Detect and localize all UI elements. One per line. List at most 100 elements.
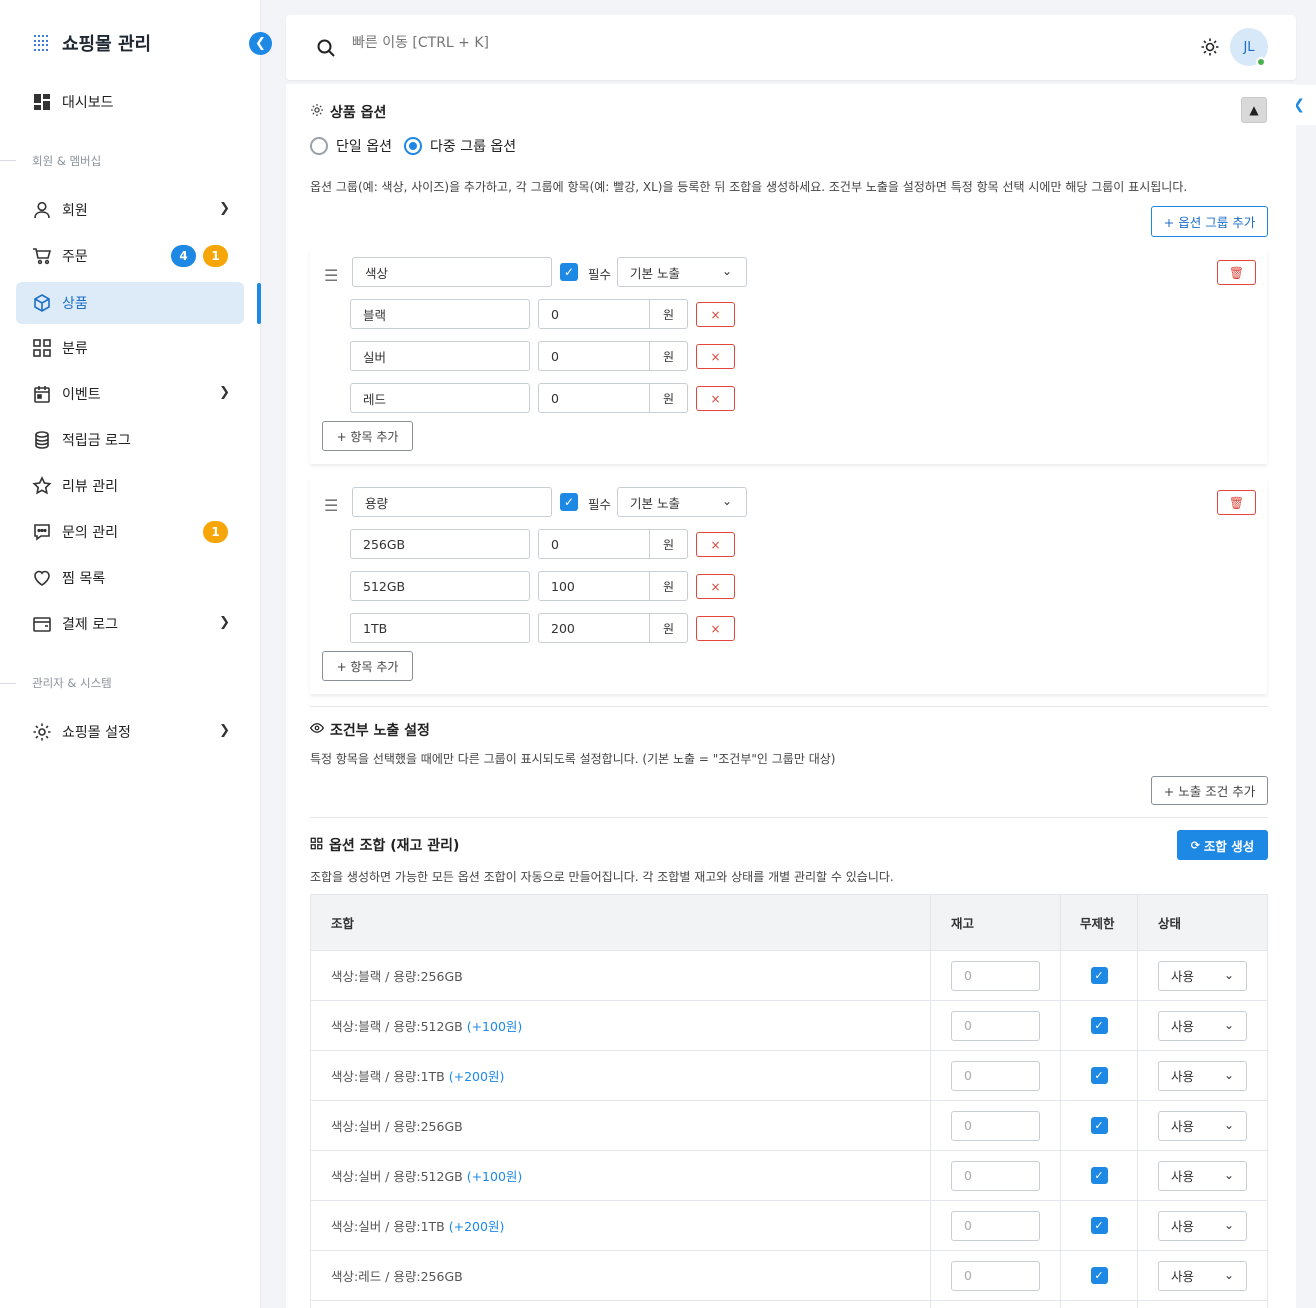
status-select[interactable]: 사용 ⌄ xyxy=(1158,1260,1247,1291)
combos-table: 조합 재고 무제한 상태 색상:블랙 / 용량:256GB 0 ✓ 사용 ⌄ 색상… xyxy=(310,894,1268,1308)
stock-input[interactable]: 0 xyxy=(951,1110,1040,1141)
unlimited-checkbox[interactable]: ✓ xyxy=(1090,1167,1108,1184)
item-price-input[interactable]: 0 xyxy=(538,341,650,371)
item-price-input[interactable]: 0 xyxy=(538,529,650,559)
delete-item-button[interactable]: × xyxy=(696,386,735,411)
delete-group-button[interactable]: 🗑 xyxy=(1217,490,1256,515)
radio-circle-selected xyxy=(404,137,422,155)
item-price-input[interactable]: 200 xyxy=(538,613,650,643)
nav-dashboard[interactable]: 대시보드 xyxy=(16,81,244,123)
status-cell: 사용 ⌄ xyxy=(1138,951,1267,1000)
visibility-select[interactable]: 기본 노출 ⌄ xyxy=(617,257,747,287)
unlimited-cell: ✓ xyxy=(1061,1201,1138,1250)
required-checkbox[interactable]: ✓ xyxy=(560,493,578,511)
item-price-input[interactable]: 0 xyxy=(538,383,650,413)
chevron-down-icon: ⌄ xyxy=(1223,1117,1234,1132)
nav-points-log[interactable]: 적립금 로그 xyxy=(16,419,244,461)
item-name-input[interactable]: 실버 xyxy=(350,341,530,371)
section-collapse-button[interactable]: ▲ xyxy=(1241,97,1267,123)
chevron-right-icon: ❯ xyxy=(219,201,230,216)
table-row: 색상:블랙 / 용량:256GB 0 ✓ 사용 ⌄ xyxy=(311,951,1267,1001)
currency-label: 원 xyxy=(650,613,688,643)
nav-wishlist[interactable]: 찜 목록 xyxy=(16,557,244,599)
add-item-button[interactable]: + 항목 추가 xyxy=(322,421,413,451)
item-name-input[interactable]: 512GB xyxy=(350,571,530,601)
unlimited-checkbox[interactable]: ✓ xyxy=(1090,1267,1108,1284)
item-name-input[interactable]: 레드 xyxy=(350,383,530,413)
add-item-button[interactable]: + 항목 추가 xyxy=(322,651,413,681)
visibility-select[interactable]: 기본 노출 ⌄ xyxy=(617,487,747,517)
combo-label: 색상:블랙 / 용량:512GB xyxy=(331,1019,463,1034)
status-select[interactable]: 사용 ⌄ xyxy=(1158,1110,1247,1141)
unlimited-checkbox[interactable]: ✓ xyxy=(1090,967,1108,984)
add-condition-button[interactable]: + 노출 조건 추가 xyxy=(1151,776,1268,805)
nav-label: 이벤트 xyxy=(62,387,101,403)
combo-label: 색상:레드 / 용량:256GB xyxy=(331,1269,463,1284)
stock-cell: 0 xyxy=(931,1201,1061,1250)
select-value: 사용 xyxy=(1171,1069,1195,1084)
item-name-input[interactable]: 256GB xyxy=(350,529,530,559)
unlimited-checkbox[interactable]: ✓ xyxy=(1090,1217,1108,1234)
nav-inquiries[interactable]: 문의 관리 1 xyxy=(16,511,244,553)
stock-input[interactable]: 0 xyxy=(951,1160,1040,1191)
unlimited-checkbox[interactable]: ✓ xyxy=(1090,1067,1108,1084)
search-input[interactable] xyxy=(352,35,752,51)
triangle-up-icon: ▲ xyxy=(1249,103,1259,117)
stock-input[interactable]: 0 xyxy=(951,1010,1040,1041)
unlimited-checkbox[interactable]: ✓ xyxy=(1090,1117,1108,1134)
add-option-group-button[interactable]: + 옵션 그룹 추가 xyxy=(1151,206,1268,237)
search-icon[interactable] xyxy=(316,38,336,62)
nav-members[interactable]: 회원 ❯ xyxy=(16,189,244,231)
nav-categories[interactable]: 분류 xyxy=(16,327,244,369)
nav-label: 분류 xyxy=(62,341,88,357)
group-name-input[interactable]: 색상 xyxy=(352,257,552,287)
nav-events[interactable]: 이벤트 ❯ xyxy=(16,373,244,415)
star-icon xyxy=(32,476,52,496)
stock-input[interactable]: 0 xyxy=(951,1260,1040,1291)
status-select[interactable]: 사용 ⌄ xyxy=(1158,1060,1247,1091)
conditional-description: 특정 항목을 선택했을 때에만 다른 그룹이 표시되도록 설정합니다. (기본 … xyxy=(310,752,836,766)
nav-label: 적립금 로그 xyxy=(62,433,131,449)
nav-reviews[interactable]: 리뷰 관리 xyxy=(16,465,244,507)
brand[interactable]: 쇼핑몰 관리 xyxy=(34,30,151,56)
nav-products[interactable]: 상품 xyxy=(16,282,244,324)
drag-handle-icon[interactable]: ☰ xyxy=(324,266,338,285)
generate-combos-button[interactable]: ⟳ 조합 생성 xyxy=(1177,830,1268,860)
radio-multi-group-option[interactable]: 다중 그룹 옵션 xyxy=(404,136,516,156)
unlimited-cell xyxy=(1061,1301,1138,1308)
nav-payment-log[interactable]: 결제 로그 ❯ xyxy=(16,603,244,645)
drag-handle-icon[interactable]: ☰ xyxy=(324,496,338,515)
delete-group-button[interactable]: 🗑 xyxy=(1217,260,1256,285)
nav-shop-settings[interactable]: 쇼핑몰 설정 ❯ xyxy=(16,711,244,753)
chevron-down-icon: ⌄ xyxy=(1223,1017,1234,1032)
nav-orders[interactable]: 주문 4 1 xyxy=(16,235,244,277)
status-select[interactable]: 사용 ⌄ xyxy=(1158,960,1247,991)
item-price-input[interactable]: 100 xyxy=(538,571,650,601)
unlimited-checkbox[interactable]: ✓ xyxy=(1090,1017,1108,1034)
item-name-input[interactable]: 1TB xyxy=(350,613,530,643)
item-name-input[interactable]: 블랙 xyxy=(350,299,530,329)
radio-single-option[interactable]: 단일 옵션 xyxy=(310,136,392,156)
status-select[interactable]: 사용 ⌄ xyxy=(1158,1160,1247,1191)
stock-input[interactable]: 0 xyxy=(951,1210,1040,1241)
sidebar: 쇼핑몰 관리 대시보드 회원 & 멤버십 회원 ❯ 주문 4 1 상품 분류 이… xyxy=(0,0,261,1308)
group-name-input[interactable]: 용량 xyxy=(352,487,552,517)
theme-toggle-sun-icon[interactable] xyxy=(1200,37,1220,61)
delete-item-button[interactable]: × xyxy=(696,574,735,599)
sidebar-collapse-button[interactable]: ❮ xyxy=(249,32,272,55)
stock-input[interactable]: 0 xyxy=(951,960,1040,991)
required-checkbox[interactable]: ✓ xyxy=(560,263,578,281)
item-price-input[interactable]: 0 xyxy=(538,299,650,329)
delete-item-button[interactable]: × xyxy=(696,344,735,369)
close-icon: × xyxy=(710,349,721,364)
stock-input[interactable]: 0 xyxy=(951,1060,1040,1091)
delete-item-button[interactable]: × xyxy=(696,616,735,641)
delete-item-button[interactable]: × xyxy=(696,532,735,557)
status-select[interactable]: 사용 ⌄ xyxy=(1158,1010,1247,1041)
trash-icon: 🗑 xyxy=(1228,265,1245,280)
table-row: 색상:블랙 / 용량:512GB (+100원) 0 ✓ 사용 ⌄ xyxy=(311,1001,1267,1051)
delete-item-button[interactable]: × xyxy=(696,302,735,327)
app-title: 쇼핑몰 관리 xyxy=(62,34,152,55)
gear-icon xyxy=(32,722,52,742)
status-select[interactable]: 사용 ⌄ xyxy=(1158,1210,1247,1241)
